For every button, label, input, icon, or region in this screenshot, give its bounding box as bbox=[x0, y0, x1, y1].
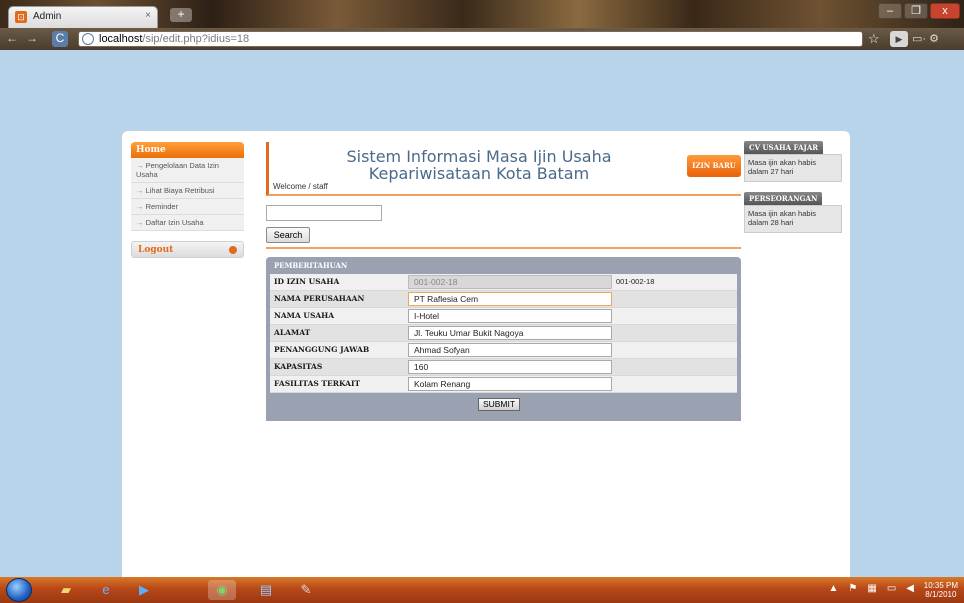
fasilitas-field[interactable]: Kolam Renang bbox=[408, 377, 612, 391]
form-row: NAMA USAHA I-Hotel bbox=[270, 308, 737, 325]
main-content: Sistem Informasi Masa Ijin Usaha Kepariw… bbox=[266, 142, 741, 421]
field-label: NAMA PERUSAHAAN bbox=[274, 294, 365, 303]
form-row: FASILITAS TERKAIT Kolam Renang bbox=[270, 376, 737, 393]
chrome-icon[interactable]: ◉ bbox=[208, 580, 236, 600]
welcome-text: Welcome / staff bbox=[273, 182, 328, 191]
tools-menu-button[interactable]: ▭· ⚙ bbox=[912, 31, 952, 47]
form-row: NAMA PERUSAHAAN PT Raflesia Cem bbox=[270, 291, 737, 308]
kapasitas-field[interactable]: 160 bbox=[408, 360, 612, 374]
arrow-icon: → bbox=[136, 202, 146, 211]
nama-usaha-field[interactable]: I-Hotel bbox=[408, 309, 612, 323]
submit-button[interactable]: SUBMIT bbox=[478, 398, 520, 411]
clock[interactable]: 10:35 PM 8/1/2010 bbox=[924, 581, 958, 599]
notice-card: PERSEORANGAN Masa ijin akan habis dalam … bbox=[744, 192, 842, 233]
notice-title: CV USAHA FAJAR bbox=[744, 141, 824, 154]
tab-close-icon[interactable]: × bbox=[145, 10, 151, 21]
arrow-icon: → bbox=[136, 218, 146, 227]
battery-icon[interactable]: ▭ bbox=[887, 583, 896, 594]
close-window-button[interactable]: x bbox=[930, 3, 960, 19]
search-input[interactable] bbox=[266, 205, 382, 221]
sidebar-item-pengelolaan[interactable]: → Pengelolaan Data Izin Usaha bbox=[131, 158, 244, 183]
alamat-field[interactable]: Jl. Teuku Umar Bukit Nagoya bbox=[408, 326, 612, 340]
search-button[interactable]: Search bbox=[266, 227, 310, 243]
form-row: PENANGGUNG JAWAB Ahmad Sofyan bbox=[270, 342, 737, 359]
address-bar[interactable]: localhost/sip/edit.php?idius=18 bbox=[78, 31, 863, 47]
arrow-icon: → bbox=[136, 161, 146, 170]
start-button[interactable] bbox=[6, 578, 32, 602]
new-permit-button[interactable]: IZIN BARU bbox=[687, 155, 741, 177]
minimize-button[interactable]: – bbox=[878, 3, 902, 19]
form-row: ID IZIN USAHA 001-002-18 001-002-18 bbox=[270, 274, 737, 291]
sidebar-item-home[interactable]: Home bbox=[131, 142, 244, 158]
browser-titlebar: ⊡ Admin × + – ❐ x bbox=[0, 0, 964, 28]
arrow-icon: → bbox=[136, 186, 146, 195]
favicon-icon: ⊡ bbox=[15, 11, 27, 23]
browser-tab[interactable]: ⊡ Admin × bbox=[8, 6, 158, 28]
id-izin-text: 001-002-18 bbox=[616, 277, 655, 286]
field-label: ALAMAT bbox=[274, 328, 311, 337]
field-label: PENANGGUNG JAWAB bbox=[274, 345, 370, 354]
page-container: Home → Pengelolaan Data Izin Usaha → Lih… bbox=[122, 131, 850, 577]
nama-perusahaan-field[interactable]: PT Raflesia Cem bbox=[408, 292, 612, 306]
logout-button[interactable]: Logout bbox=[131, 241, 244, 258]
word-icon[interactable]: ▤ bbox=[252, 580, 280, 600]
url-text: localhost/sip/edit.php?idius=18 bbox=[99, 33, 250, 45]
notice-sidebar: CV USAHA FAJAR Masa ijin akan habis dala… bbox=[744, 141, 842, 243]
page-title: Sistem Informasi Masa Ijin Usaha Kepariw… bbox=[346, 147, 612, 183]
back-button[interactable]: ← bbox=[4, 31, 20, 47]
paint-icon[interactable]: ✎ bbox=[292, 580, 320, 600]
field-label: ID IZIN USAHA bbox=[274, 277, 340, 286]
flag-icon[interactable]: ⚑ bbox=[848, 583, 857, 594]
notice-body: Masa ijin akan habis dalam 27 hari bbox=[744, 154, 842, 182]
tray-arrow-icon[interactable]: ▲ bbox=[829, 583, 839, 594]
tab-title: Admin bbox=[33, 11, 62, 22]
sidebar-menu: Home → Pengelolaan Data Izin Usaha → Lih… bbox=[131, 142, 244, 258]
ie-icon[interactable]: e bbox=[92, 580, 120, 600]
penanggung-jawab-field[interactable]: Ahmad Sofyan bbox=[408, 343, 612, 357]
new-tab-button[interactable]: + bbox=[170, 8, 192, 22]
form-row: KAPASITAS 160 bbox=[270, 359, 737, 376]
sidebar-item-daftar[interactable]: → Daftar Izin Usaha bbox=[131, 215, 244, 231]
system-tray: ▲ ⚑ ▦ ▭ ◀ bbox=[829, 583, 914, 594]
field-label: KAPASITAS bbox=[274, 362, 323, 371]
id-izin-field: 001-002-18 bbox=[408, 275, 612, 289]
notice-card: CV USAHA FAJAR Masa ijin akan habis dala… bbox=[744, 141, 842, 182]
media-player-icon[interactable]: ▶ bbox=[130, 580, 158, 600]
page-header: Sistem Informasi Masa Ijin Usaha Kepariw… bbox=[266, 142, 741, 196]
divider bbox=[266, 247, 741, 249]
page-viewport: Home → Pengelolaan Data Izin Usaha → Lih… bbox=[0, 50, 964, 577]
bookmark-star-icon[interactable]: ☆ bbox=[868, 31, 880, 47]
logout-icon bbox=[229, 246, 237, 254]
window-controls: – ❐ x bbox=[878, 3, 960, 19]
form-row: ALAMAT Jl. Teuku Umar Bukit Nagoya bbox=[270, 325, 737, 342]
volume-icon[interactable]: ◀ bbox=[906, 583, 914, 594]
reload-button[interactable]: C bbox=[52, 31, 68, 47]
sidebar-item-reminder[interactable]: → Reminder bbox=[131, 199, 244, 215]
edit-form: PEMBERITAHUAN ID IZIN USAHA 001-002-18 0… bbox=[266, 257, 741, 421]
form-title: PEMBERITAHUAN bbox=[274, 261, 348, 270]
field-label: FASILITAS TERKAIT bbox=[274, 379, 361, 388]
field-label: NAMA USAHA bbox=[274, 311, 335, 320]
notice-body: Masa ijin akan habis dalam 28 hari bbox=[744, 205, 842, 233]
notice-title: PERSEORANGAN bbox=[744, 192, 823, 205]
page-menu-button[interactable]: ▶ bbox=[890, 31, 908, 47]
network-icon[interactable]: ▦ bbox=[867, 583, 876, 594]
folder-icon[interactable]: ▰ bbox=[52, 580, 80, 600]
forward-button[interactable]: → bbox=[24, 31, 40, 47]
sidebar-item-biaya[interactable]: → Lihat Biaya Retribusi bbox=[131, 183, 244, 199]
browser-toolbar: ← → C localhost/sip/edit.php?idius=18 ☆ … bbox=[0, 28, 964, 50]
taskbar: ▰ e ▶ ◉ ▤ ✎ ▲ ⚑ ▦ ▭ ◀ 10:35 PM 8/1/2010 bbox=[0, 577, 964, 603]
globe-icon bbox=[82, 33, 94, 45]
maximize-button[interactable]: ❐ bbox=[904, 3, 928, 19]
